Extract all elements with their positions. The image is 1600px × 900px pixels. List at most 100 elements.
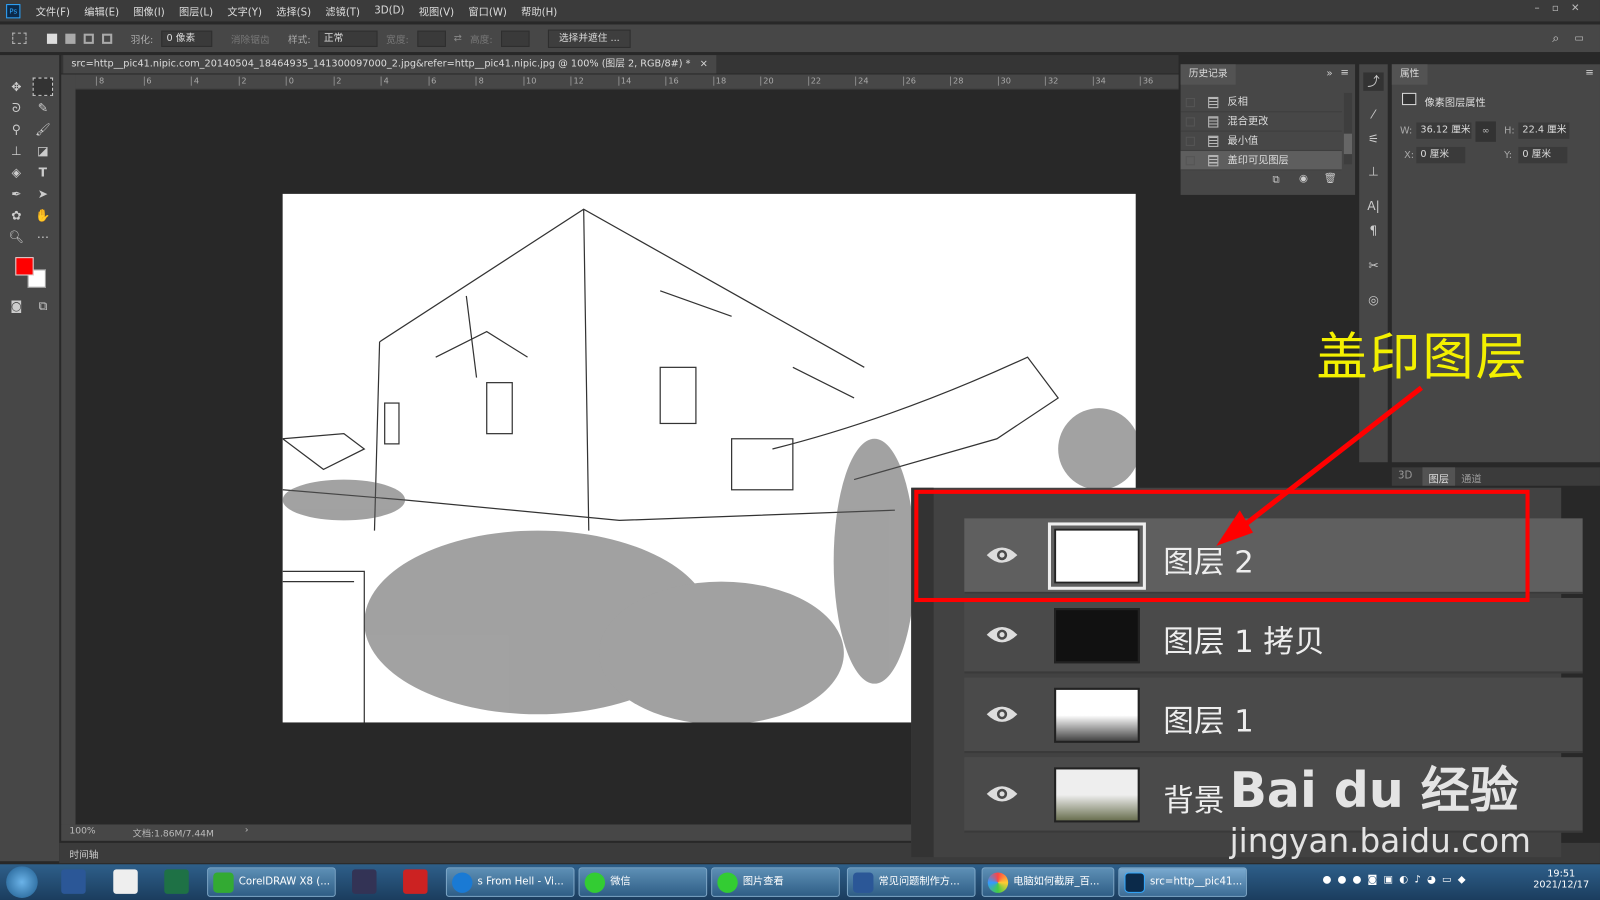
word-quicklaunch-icon[interactable] <box>61 869 86 894</box>
zoom-tool-icon[interactable]: 🔍︎ <box>6 228 26 246</box>
layer-name[interactable]: 背景 <box>1163 776 1224 821</box>
menu-help[interactable]: 帮助(H) <box>521 3 557 18</box>
menu-select[interactable]: 选择(S) <box>276 3 311 18</box>
character-icon[interactable]: A| <box>1363 197 1383 215</box>
visibility-eye-icon[interactable] <box>985 783 1020 805</box>
document-tab[interactable]: src=http__pic41.nipic.com_20140504_18464… <box>63 55 716 74</box>
history-panel-icon[interactable]: ⤴ <box>1363 72 1384 91</box>
history-item[interactable]: 混合更改 <box>1180 112 1342 132</box>
properties-tab[interactable]: 属性 <box>1391 64 1428 85</box>
zoom-level[interactable]: 100% <box>69 827 95 837</box>
gradient-tool-icon[interactable]: ◈ <box>6 163 26 181</box>
excel-quicklaunch-icon[interactable] <box>164 869 189 894</box>
media-player-icon[interactable] <box>352 869 377 894</box>
menu-file[interactable]: 文件(F) <box>36 3 70 18</box>
path-select-tool-icon[interactable]: ➤ <box>33 185 53 203</box>
history-item[interactable]: 最小值 <box>1180 132 1342 152</box>
add-selection-icon[interactable] <box>65 33 76 44</box>
pdf-quicklaunch-icon[interactable] <box>113 869 138 894</box>
x-field[interactable]: 0 厘米 <box>1416 146 1466 164</box>
lasso-tool-icon[interactable]: ᘐ <box>6 99 26 117</box>
collapse-panel-icon[interactable]: » <box>1326 68 1332 79</box>
eraser-tool-icon[interactable]: ◪ <box>33 142 53 160</box>
clock[interactable]: 19:51 2021/12/17 <box>1531 868 1592 890</box>
type-tool-icon[interactable]: T <box>33 163 53 181</box>
layer-row[interactable]: 图层 1 拷贝 <box>964 597 1583 674</box>
subtract-selection-icon[interactable] <box>83 33 94 44</box>
select-and-mask-button[interactable]: 选择并遮住 ... <box>547 29 632 48</box>
link-dimensions-icon[interactable]: ∞ <box>1475 121 1496 142</box>
window-controls[interactable]: –▫✕ <box>1535 3 1592 14</box>
swap-icon[interactable]: ⇄ <box>454 33 462 44</box>
menu-window[interactable]: 窗口(W) <box>468 3 506 18</box>
menu-layer[interactable]: 图层(L) <box>179 3 213 18</box>
snapshot-camera-icon[interactable]: ◉ <box>1299 173 1308 184</box>
new-document-from-state-icon[interactable]: ⧉ <box>1272 174 1279 185</box>
menu-image[interactable]: 图像(I) <box>133 3 164 18</box>
brush-tool-icon[interactable]: 🖌 <box>33 120 53 138</box>
width-input[interactable] <box>416 30 446 47</box>
paragraph-icon[interactable]: ¶ <box>1363 221 1383 239</box>
libraries-icon[interactable]: ◎ <box>1363 291 1383 309</box>
panel-menu-icon[interactable]: ≡ <box>1340 67 1349 78</box>
width-field[interactable]: 36.12 厘米 <box>1416 122 1472 139</box>
panel-menu-icon[interactable]: ≡ <box>1585 67 1594 78</box>
more-tools-icon[interactable]: ⋯ <box>33 228 53 246</box>
history-item-selected[interactable]: 盖印可见图层 <box>1180 151 1342 171</box>
brush-presets-icon[interactable]: ⚟ <box>1363 130 1383 148</box>
delete-trash-icon[interactable]: 🗑︎ <box>1323 173 1336 184</box>
visibility-eye-icon[interactable] <box>985 703 1020 725</box>
history-item[interactable]: 反相 <box>1180 93 1342 113</box>
screen-mode-icon[interactable]: ⧉ <box>33 297 53 315</box>
new-selection-icon[interactable] <box>46 33 58 44</box>
antialias-checkbox[interactable]: 消除锯齿 <box>231 31 270 45</box>
menu-filter[interactable]: 滤镜(T) <box>325 3 360 18</box>
marquee-tool-icon[interactable] <box>32 77 54 96</box>
menu-type[interactable]: 文字(Y) <box>227 3 262 18</box>
height-input[interactable] <box>500 30 530 47</box>
pen-tool-icon[interactable]: ✒ <box>6 185 26 203</box>
style-select[interactable]: 正常 <box>318 30 378 47</box>
taskbar-item[interactable]: 电脑如何截屏_百... <box>981 867 1115 897</box>
taskbar-item[interactable]: CorelDRAW X8 (... <box>207 867 336 897</box>
layer-name[interactable]: 图层 1 <box>1163 696 1253 741</box>
quick-select-tool-icon[interactable]: ✎ <box>33 99 53 117</box>
taskbar-item[interactable]: 微信 <box>578 867 708 897</box>
history-tab[interactable]: 历史记录 <box>1180 64 1236 85</box>
y-field[interactable]: 0 厘米 <box>1518 146 1568 164</box>
layer-name[interactable]: 图层 1 拷贝 <box>1163 616 1324 661</box>
shape-tool-icon[interactable]: ✿ <box>6 206 26 224</box>
intersect-selection-icon[interactable] <box>102 33 113 44</box>
menu-view[interactable]: 视图(V) <box>419 3 454 18</box>
tab-channels[interactable]: 通道 <box>1461 470 1481 485</box>
move-tool-icon[interactable]: ✥ <box>6 78 26 96</box>
height-field[interactable]: 22.4 厘米 <box>1518 122 1570 139</box>
start-button-icon[interactable] <box>6 866 38 898</box>
tool-presets-icon[interactable]: ✂ <box>1363 256 1383 274</box>
visibility-eye-icon[interactable] <box>985 623 1020 645</box>
clone-source-icon[interactable]: ⊥ <box>1363 162 1383 180</box>
history-scrollbar[interactable] <box>1343 92 1353 165</box>
taskbar-item[interactable]: 图片查看 <box>711 867 840 897</box>
taskbar-item[interactable]: 常见问题制作方... <box>846 867 976 897</box>
taskbar-item-active[interactable]: src=http__pic41... <box>1118 867 1247 897</box>
quick-mask-icon[interactable]: ◙ <box>6 297 26 315</box>
layer-row[interactable]: 图层 1 <box>964 677 1583 754</box>
feather-input[interactable]: 0 像素 <box>161 30 213 47</box>
search-icon[interactable]: ⌕ <box>1552 31 1559 46</box>
close-tab-icon[interactable]: × <box>700 58 708 69</box>
tab-layers[interactable]: 图层 <box>1422 467 1456 486</box>
acrobat-icon[interactable] <box>403 869 428 894</box>
menu-edit[interactable]: 编辑(E) <box>84 3 119 18</box>
marquee-tool-preset-icon[interactable] <box>12 32 27 44</box>
status-menu-arrow[interactable]: › <box>245 826 249 836</box>
taskbar-item[interactable]: s From Hell - Vi... <box>445 867 575 897</box>
eyedropper-tool-icon[interactable]: ⚲ <box>6 120 26 138</box>
timeline-tab[interactable]: 时间轴 <box>69 847 98 861</box>
brush-settings-icon[interactable]: ⁄ <box>1363 105 1383 123</box>
workspace-icon[interactable]: ▭ <box>1574 33 1583 44</box>
foreground-color-swatch[interactable] <box>15 257 34 276</box>
stamp-tool-icon[interactable]: ⊥ <box>6 142 26 160</box>
tab-3d[interactable]: 3D <box>1398 470 1412 481</box>
hand-tool-icon[interactable]: ✋ <box>33 206 53 224</box>
